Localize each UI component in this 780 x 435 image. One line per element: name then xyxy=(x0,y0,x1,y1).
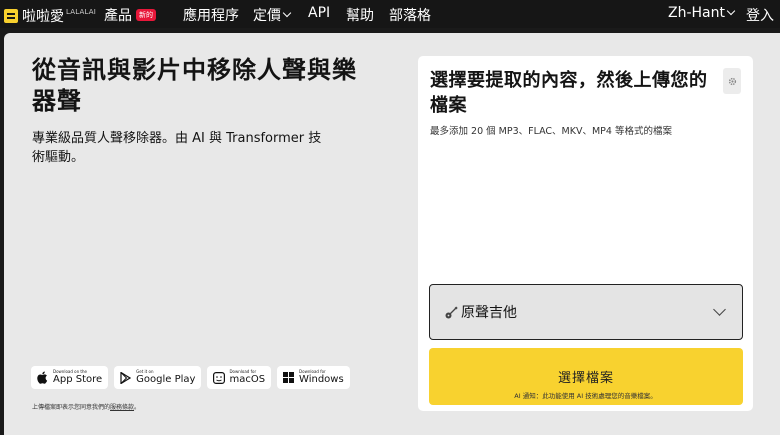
chevron-down-icon xyxy=(282,8,292,18)
google-play-label: Google Play xyxy=(136,374,196,385)
gear-icon xyxy=(728,77,736,85)
nav-help-label: 幫助 xyxy=(346,8,374,24)
nav-api[interactable]: API xyxy=(308,5,330,21)
app-store-button[interactable]: Download on the App Store xyxy=(31,366,109,389)
terms-text: 上傳檔案即表示您同意我們的 xyxy=(32,404,111,411)
finder-icon xyxy=(212,371,225,384)
terms-notice: 上傳檔案即表示您同意我們的服務條款。 xyxy=(32,402,140,411)
hero-description: 專業級品質人聲移除器。由 AI 與 Transformer 技術驅動。 xyxy=(32,131,322,165)
upload-card: 選擇要提取的內容，然後上傳您的檔案 最多添加 20 個 MP3、FLAC、MKV… xyxy=(418,56,753,411)
logo-text: 啦啦愛 xyxy=(22,9,64,25)
nav-apps[interactable]: 應用程序 xyxy=(183,5,239,25)
google-play-button[interactable]: Get it on Google Play xyxy=(114,366,202,389)
stem-select-value: 原聲吉他 xyxy=(461,305,517,321)
main-panel: 從音訊與影片中移除人聲與樂器聲 專業級品質人聲移除器。由 AI 與 Transf… xyxy=(4,33,780,435)
chevron-down-icon xyxy=(713,302,726,316)
chevron-down-icon xyxy=(726,6,736,16)
app-store-label: App Store xyxy=(53,374,103,385)
language-selector[interactable]: Zh-Hant xyxy=(668,5,736,21)
macos-label: macOS xyxy=(229,374,266,385)
nav-products[interactable]: 產品 新的 xyxy=(104,5,156,25)
new-badge: 新的 xyxy=(136,9,156,21)
nav-apps-label: 應用程序 xyxy=(183,8,239,24)
windows-button[interactable]: Download for Windows xyxy=(277,366,350,389)
nav-pricing-label: 定價 xyxy=(253,8,281,24)
upload-card-title: 選擇要提取的內容，然後上傳您的檔案 xyxy=(430,70,708,116)
terms-link[interactable]: 服務條款 xyxy=(110,404,134,411)
top-navigation-bar: 啦啦愛 LALALAI 產品 新的 應用程序 定價 API 幫助 部落格 Zh-… xyxy=(0,0,780,28)
settings-button[interactable] xyxy=(723,68,741,94)
terms-end: 。 xyxy=(134,404,141,411)
login-label: 登入 xyxy=(746,8,774,24)
nav-pricing[interactable]: 定價 xyxy=(253,5,292,25)
language-label: Zh-Hant xyxy=(668,5,725,21)
login-link[interactable]: 登入 xyxy=(746,5,774,25)
nav-api-label: API xyxy=(308,5,331,21)
upload-card-subtitle: 最多添加 20 個 MP3、FLAC、MKV、MP4 等格式的檔案 xyxy=(430,126,672,137)
logo-icon xyxy=(4,9,18,23)
nav-blog-label: 部落格 xyxy=(389,8,431,24)
nav-blog[interactable]: 部落格 xyxy=(389,5,431,25)
store-buttons: Download on the App Store Get it on Goog… xyxy=(31,366,350,389)
stem-select[interactable]: 原聲吉他 xyxy=(429,284,743,340)
nav-help[interactable]: 幫助 xyxy=(346,5,374,25)
windows-icon xyxy=(282,371,295,384)
logo-subtext: LALALAI xyxy=(66,8,97,16)
logo[interactable]: 啦啦愛 LALALAI xyxy=(4,6,96,26)
hero-title: 從音訊與影片中移除人聲與樂器聲 xyxy=(32,56,357,115)
nav-products-label: 產品 xyxy=(104,8,132,24)
macos-button[interactable]: Download for macOS xyxy=(207,366,272,389)
google-play-icon xyxy=(119,371,132,384)
ai-notice: AI 通知：此功能使用 AI 技術處理您的音樂檔案。 xyxy=(514,392,657,400)
windows-label: Windows xyxy=(299,374,344,385)
acoustic-guitar-icon xyxy=(444,305,458,319)
apple-icon xyxy=(36,371,49,384)
